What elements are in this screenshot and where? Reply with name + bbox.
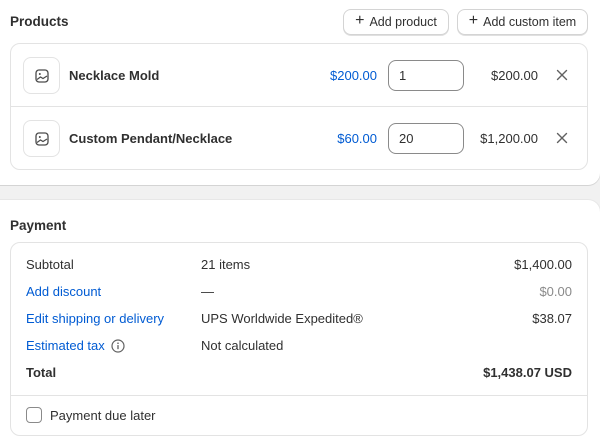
- product-price[interactable]: $200.00: [287, 68, 377, 83]
- tax-status: Not calculated: [201, 338, 284, 353]
- payment-due-later-checkbox[interactable]: [26, 407, 42, 423]
- subtotal-amount: $1,400.00: [514, 257, 572, 272]
- edit-shipping-link[interactable]: Edit shipping or delivery: [26, 311, 164, 326]
- product-line-total: $200.00: [491, 68, 538, 83]
- product-price[interactable]: $60.00: [287, 131, 377, 146]
- product-name[interactable]: Necklace Mold: [69, 68, 159, 83]
- payment-due-later-option[interactable]: Payment due later: [26, 407, 156, 423]
- add-product-button[interactable]: + Add product: [343, 9, 449, 35]
- shipping-line: Edit shipping or delivery UPS Worldwide …: [11, 311, 587, 331]
- close-icon[interactable]: [553, 66, 571, 84]
- products-card: Products + Add product + Add custom item…: [0, 0, 600, 185]
- add-product-label: Add product: [369, 15, 437, 29]
- payment-due-later-label: Payment due later: [50, 407, 156, 423]
- shipping-amount: $38.07: [532, 311, 572, 326]
- payment-summary: Subtotal 21 items $1,400.00 Add discount…: [10, 242, 588, 436]
- plus-icon: +: [355, 12, 365, 29]
- product-list: Necklace Mold $200.00 $200.00 Custom Pen…: [10, 43, 588, 170]
- estimated-tax-link[interactable]: Estimated tax: [26, 338, 105, 353]
- subtotal-line: Subtotal 21 items $1,400.00: [11, 257, 587, 277]
- payment-title: Payment: [10, 218, 67, 233]
- total-label: Total: [26, 365, 57, 380]
- image-placeholder-icon: [23, 57, 60, 94]
- total-amount: $1,438.07 USD: [483, 365, 572, 380]
- products-title: Products: [10, 14, 69, 29]
- image-placeholder-icon: [23, 120, 60, 157]
- subtotal-label: Subtotal: [26, 257, 74, 272]
- add-custom-item-label: Add custom item: [483, 15, 577, 29]
- shipping-method: UPS Worldwide Expedited®: [201, 311, 363, 326]
- product-line-total: $1,200.00: [480, 131, 538, 146]
- discount-amount: $0.00: [539, 284, 572, 299]
- discount-line: Add discount — $0.00: [11, 284, 587, 304]
- add-custom-item-button[interactable]: + Add custom item: [457, 9, 588, 35]
- discount-desc: —: [201, 284, 214, 299]
- tax-line: Estimated tax Not calculated: [11, 338, 587, 358]
- item-count: 21 items: [201, 257, 251, 272]
- product-row: Necklace Mold $200.00 $200.00: [11, 44, 587, 107]
- info-icon[interactable]: [111, 338, 125, 353]
- add-discount-link[interactable]: Add discount: [26, 284, 101, 299]
- plus-icon: +: [468, 12, 479, 29]
- product-row: Custom Pendant/Necklace $60.00 $1,200.00: [11, 107, 587, 170]
- close-icon[interactable]: [553, 129, 571, 147]
- divider: [11, 395, 587, 396]
- product-name[interactable]: Custom Pendant/Necklace: [69, 131, 232, 146]
- total-line: Total $1,438.07 USD: [11, 365, 587, 385]
- tax-label-group: Estimated tax: [26, 338, 125, 353]
